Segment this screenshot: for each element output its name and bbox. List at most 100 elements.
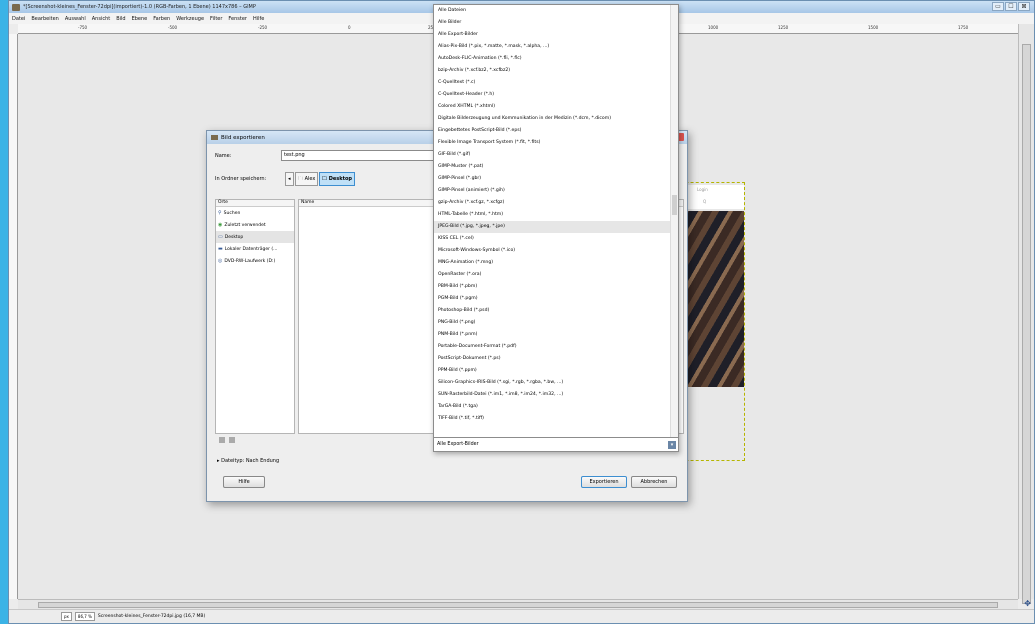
horizontal-scrollbar[interactable] [18,599,1018,609]
filetype-option[interactable]: C-Quelltext-Header (*.h) [434,89,671,101]
filetype-option[interactable]: PGM-Bild (*.pgm) [434,293,671,305]
maximize-button[interactable]: ☐ [1005,2,1017,11]
vertical-scroll-thumb[interactable] [1022,44,1031,604]
menu-filter[interactable]: Filter [210,16,222,22]
menu-ebene[interactable]: Ebene [132,16,148,22]
filetype-select[interactable]: Alle Export-Bilder ▾ [434,437,678,451]
filetype-label: Dateityp: Nach Endung [221,458,280,464]
filetype-option[interactable]: TIFF-Bild (*.tif, *.tiff) [434,413,671,425]
dropdown-scrollbar[interactable] [670,5,678,438]
filetype-option[interactable]: bzip-Archiv (*.xcf.bz2, *.xcfbz2) [434,65,671,77]
path-desktop-button[interactable]: 🗀 Desktop [319,172,356,186]
preview-search-icon: Q [703,199,707,204]
menu-datei[interactable]: Datei [12,16,25,22]
filetype-option[interactable]: C-Quelltext (*.c) [434,77,671,89]
filetype-option[interactable]: PostScript-Dokument (*.ps) [434,353,671,365]
status-text: Screenshot-kleines_Fenster-72dpi.jpg (16… [97,614,206,619]
filetype-option[interactable]: Alias-Pix-Bild (*.pix, *.matte, *.mask, … [434,41,671,53]
chevron-down-icon[interactable]: ▾ [668,441,676,449]
preview-login-text: Login [697,187,708,192]
help-button[interactable]: Hilfe [223,476,265,488]
folder-label: In Ordner speichern: [215,176,267,182]
unit-select[interactable]: px [61,612,72,621]
ruler-tick: -750 [78,25,88,30]
filetype-option[interactable]: GIF-Bild (*.gif) [434,149,671,161]
navigate-icon[interactable]: ✥ [1024,599,1031,608]
menu-bild[interactable]: Bild [116,16,125,22]
menu-farben[interactable]: Farben [153,16,170,22]
folder-icon: 🗀 [322,176,328,182]
filetype-option[interactable]: SUN-Rasterbild-Datei (*.im1, *.im8, *.im… [434,389,671,401]
path-alex-label: Alex [304,176,316,182]
filetype-option[interactable]: PNM-Bild (*.pnm) [434,329,671,341]
filetype-option[interactable]: Silicon-Graphics-IRIS-Bild (*.sgi, *.rgb… [434,377,671,389]
menu-werkzeuge[interactable]: Werkzeuge [176,16,204,22]
filetype-option[interactable]: Alle Export-Bilder [434,29,671,41]
window-title: *[Screenshot-kleines_Fenster-72dpi](impo… [23,4,256,10]
place-local-drive[interactable]: ▬ Lokaler Datenträger (... [216,243,294,255]
remove-bookmark-button[interactable] [229,437,235,443]
ruler-tick: -250 [258,25,268,30]
dropdown-scroll-thumb[interactable] [672,195,677,215]
cancel-button[interactable]: Abbrechen [631,476,677,488]
vertical-ruler [9,34,18,599]
filetype-option[interactable]: Portable-Document-Format (*.pdf) [434,341,671,353]
filetype-option[interactable]: TarGA-Bild (*.tga) [434,401,671,413]
ruler-tick: 0 [348,25,351,30]
place-dvd-drive[interactable]: ◎ DVD-RW-Laufwerk (D:) [216,255,294,267]
status-bar: px 86,7 % Screenshot-kleines_Fenster-72d… [9,609,1034,623]
place-search[interactable]: ⚲ Suchen [216,207,294,219]
place-desktop[interactable]: ▭ Desktop [216,231,294,243]
filetype-option[interactable]: MNG-Animation (*.mng) [434,257,671,269]
menu-ansicht[interactable]: Ansicht [92,16,110,22]
filename-input[interactable]: test.png [281,150,441,161]
menu-bearbeiten[interactable]: Bearbeiten [31,16,58,22]
close-window-button[interactable]: ⊠ [1018,2,1030,11]
filetype-option[interactable]: KISS CEL (*.cel) [434,233,671,245]
filetype-option[interactable]: HTML-Tabelle (*.html, *.htm) [434,209,671,221]
place-recent[interactable]: ◉ Zuletzt verwendet [216,219,294,231]
filetype-option[interactable]: Alle Bilder [434,17,671,29]
filetype-option[interactable]: Photoshop-Bild (*.psd) [434,305,671,317]
filetype-option[interactable]: AutoDesk-FLIC-Animation (*.fli, *.flc) [434,53,671,65]
filetype-expander[interactable]: ▸ Dateityp: Nach Endung [217,458,279,464]
ruler-tick: 1000 [708,25,719,30]
add-bookmark-button[interactable] [219,437,225,443]
filetype-option[interactable]: JPEG-Bild (*.jpg, *.jpeg, *.jpe) [434,221,671,233]
path-desktop-label: Desktop [328,176,353,182]
filetype-option[interactable]: PPM-Bild (*.ppm) [434,365,671,377]
filetype-option[interactable]: PBM-Bild (*.pbm) [434,281,671,293]
filetype-option[interactable]: Eingebettetes PostScript-Bild (*.eps) [434,125,671,137]
place-label: DVD-RW-Laufwerk (D:) [224,258,276,264]
path-back-button[interactable]: ◂ [285,172,294,186]
filetype-option[interactable]: Colored XHTML (*.xhtml) [434,101,671,113]
place-label: Desktop [224,234,244,240]
gimp-app-icon [12,3,20,11]
filetype-option[interactable]: Flexible Image Transport System (*.fit, … [434,137,671,149]
filetype-option[interactable]: GIMP-Muster (*.pat) [434,161,671,173]
menu-fenster[interactable]: Fenster [228,16,247,22]
vertical-scrollbar[interactable] [1018,24,1034,604]
filetype-option[interactable]: gzip-Archiv (*.xcf.gz, *.xcfgz) [434,197,671,209]
place-label: Suchen [223,210,241,216]
filetype-option[interactable]: Microsoft-Windows-Symbol (*.ico) [434,245,671,257]
filetype-option[interactable]: Alle Dateien [434,5,671,17]
recent-icon: ◉ [218,222,223,228]
export-button[interactable]: Exportieren [581,476,627,488]
menu-hilfe[interactable]: Hilfe [253,16,264,22]
menu-auswahl[interactable]: Auswahl [65,16,86,22]
filetype-option[interactable]: Digitale Bilderzeugung und Kommunikation… [434,113,671,125]
horizontal-scroll-thumb[interactable] [38,602,998,608]
path-alex-button[interactable]: 🗀 Alex [295,172,319,186]
folder-icon: ▭ [218,234,223,240]
filetype-selected-value: Alle Export-Bilder [437,442,479,447]
zoom-select[interactable]: 86,7 % [74,612,95,621]
filetype-option[interactable]: GIMP-Pinsel (*.gbr) [434,173,671,185]
filetype-option[interactable]: OpenRaster (*.ora) [434,269,671,281]
minimize-button[interactable]: ▭ [992,2,1004,11]
filetype-option[interactable]: PNG-Bild (*.png) [434,317,671,329]
name-label: Name: [215,153,232,159]
places-header: Orte [216,200,294,207]
filetype-option[interactable]: GIMP-Pinsel (animiert) (*.gih) [434,185,671,197]
filetype-dropdown[interactable]: Alle Dateien Alle Bilder Alle Export-Bilde… [433,4,679,452]
